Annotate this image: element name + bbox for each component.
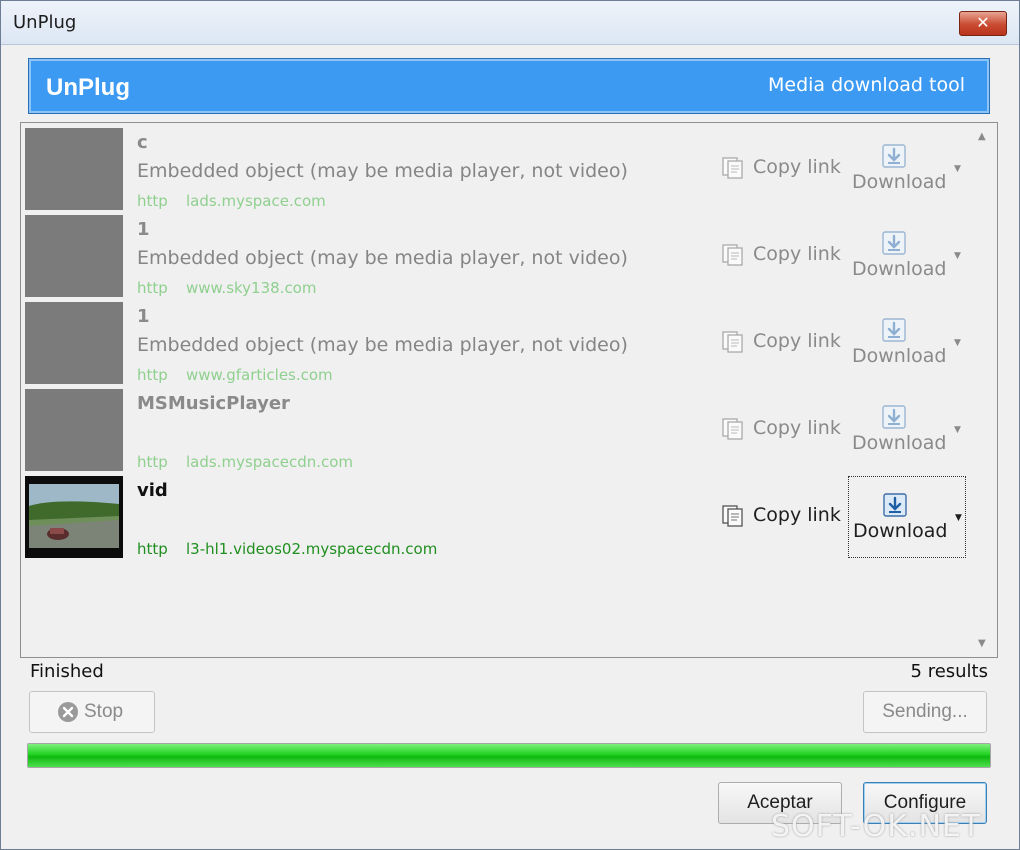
download-button[interactable]: Download ▼ — [848, 476, 966, 558]
stop-button-label: Stop — [84, 701, 124, 722]
scroll-down-icon[interactable]: ▼ — [978, 638, 986, 649]
copy-link-label: Copy link — [753, 504, 841, 526]
thumbnail-image — [25, 476, 123, 558]
progress-bar — [27, 743, 991, 768]
watermark: SOFT-OK.NET — [771, 809, 982, 844]
progress-fill — [28, 744, 990, 767]
download-label: Download — [852, 171, 947, 193]
thumbnail-image — [25, 128, 123, 210]
copy-link-label: Copy link — [753, 417, 841, 439]
copy-icon — [722, 157, 743, 179]
result-host: lads.myspacecdn.com — [186, 453, 354, 471]
results-list[interactable]: c Embedded object (may be media player, … — [20, 122, 998, 658]
download-label: Download — [852, 345, 947, 367]
close-button[interactable]: ✕ — [959, 11, 1007, 36]
result-name: vid — [137, 480, 168, 501]
download-button[interactable]: Download ▼ — [848, 389, 966, 471]
download-button[interactable]: Download ▼ — [848, 128, 966, 210]
close-icon: ✕ — [976, 13, 990, 32]
stop-button[interactable]: Stop — [29, 691, 155, 733]
download-button[interactable]: Download ▼ — [848, 215, 966, 297]
copy-link-button[interactable]: Copy link — [721, 503, 841, 527]
result-name: 1 — [137, 219, 150, 240]
result-description: Embedded object (may be media player, no… — [137, 334, 628, 356]
copy-link-label: Copy link — [753, 156, 841, 178]
scroll-up-icon[interactable]: ▲ — [978, 131, 986, 142]
download-icon — [882, 231, 906, 255]
result-row[interactable]: 1 Embedded object (may be media player, … — [25, 302, 969, 384]
window-title: UnPlug — [13, 12, 77, 33]
download-icon — [883, 493, 907, 517]
result-name: 1 — [137, 306, 150, 327]
result-host: www.sky138.com — [186, 279, 317, 297]
title-bar[interactable]: UnPlug ✕ — [1, 1, 1019, 45]
thumbnail-image — [25, 215, 123, 297]
dropdown-arrow-icon[interactable]: ▼ — [954, 425, 961, 435]
result-row[interactable]: MSMusicPlayer http lads.myspacecdn.com C… — [25, 389, 969, 471]
sending-button-label: Sending... — [882, 701, 968, 722]
download-button[interactable]: Download ▼ — [848, 302, 966, 384]
result-protocol: http — [137, 453, 168, 471]
copy-icon — [722, 331, 743, 353]
thumbnail-image — [25, 302, 123, 384]
result-description: Embedded object (may be media player, no… — [137, 160, 628, 182]
download-label: Download — [852, 432, 947, 454]
banner-app-name: UnPlug — [46, 74, 130, 101]
result-host: lads.myspace.com — [186, 192, 326, 210]
banner-tagline: Media download tool — [768, 74, 965, 96]
dropdown-arrow-icon[interactable]: ▼ — [954, 164, 961, 174]
download-icon — [882, 318, 906, 342]
copy-link-label: Copy link — [753, 243, 841, 265]
stop-icon — [58, 702, 78, 722]
result-row[interactable]: vid http l3-hl1.videos02.myspacecdn.com … — [25, 476, 969, 558]
result-protocol: http — [137, 366, 168, 384]
dropdown-arrow-icon[interactable]: ▼ — [955, 513, 962, 523]
copy-icon — [722, 244, 743, 266]
result-description: Embedded object (may be media player, no… — [137, 247, 628, 269]
header-banner: UnPlug Media download tool — [28, 58, 990, 114]
copy-link-button[interactable]: Copy link — [721, 242, 841, 266]
download-label: Download — [852, 258, 947, 280]
thumbnail-image — [25, 389, 123, 471]
result-protocol: http — [137, 540, 168, 558]
sending-button[interactable]: Sending... — [863, 691, 987, 733]
copy-icon — [722, 418, 743, 440]
result-row[interactable]: 1 Embedded object (may be media player, … — [25, 215, 969, 297]
status-text: Finished — [30, 661, 104, 682]
result-protocol: http — [137, 192, 168, 210]
results-count: 5 results — [910, 661, 988, 682]
result-host: www.gfarticles.com — [186, 366, 333, 384]
download-icon — [882, 405, 906, 429]
copy-link-label: Copy link — [753, 330, 841, 352]
dropdown-arrow-icon[interactable]: ▼ — [954, 251, 961, 261]
result-protocol: http — [137, 279, 168, 297]
download-icon — [882, 144, 906, 168]
copy-link-button[interactable]: Copy link — [721, 329, 841, 353]
copy-link-button[interactable]: Copy link — [721, 155, 841, 179]
unplug-window: UnPlug ✕ UnPlug Media download tool c Em… — [0, 0, 1020, 850]
download-label: Download — [853, 520, 948, 542]
dropdown-arrow-icon[interactable]: ▼ — [954, 338, 961, 348]
result-row[interactable]: c Embedded object (may be media player, … — [25, 128, 969, 210]
result-name: MSMusicPlayer — [137, 393, 290, 414]
result-host: l3-hl1.videos02.myspacecdn.com — [186, 540, 438, 558]
result-name: c — [137, 132, 148, 153]
copy-icon — [722, 505, 743, 527]
copy-link-button[interactable]: Copy link — [721, 416, 841, 440]
vertical-scrollbar[interactable]: ▲ ▼ — [971, 123, 997, 657]
